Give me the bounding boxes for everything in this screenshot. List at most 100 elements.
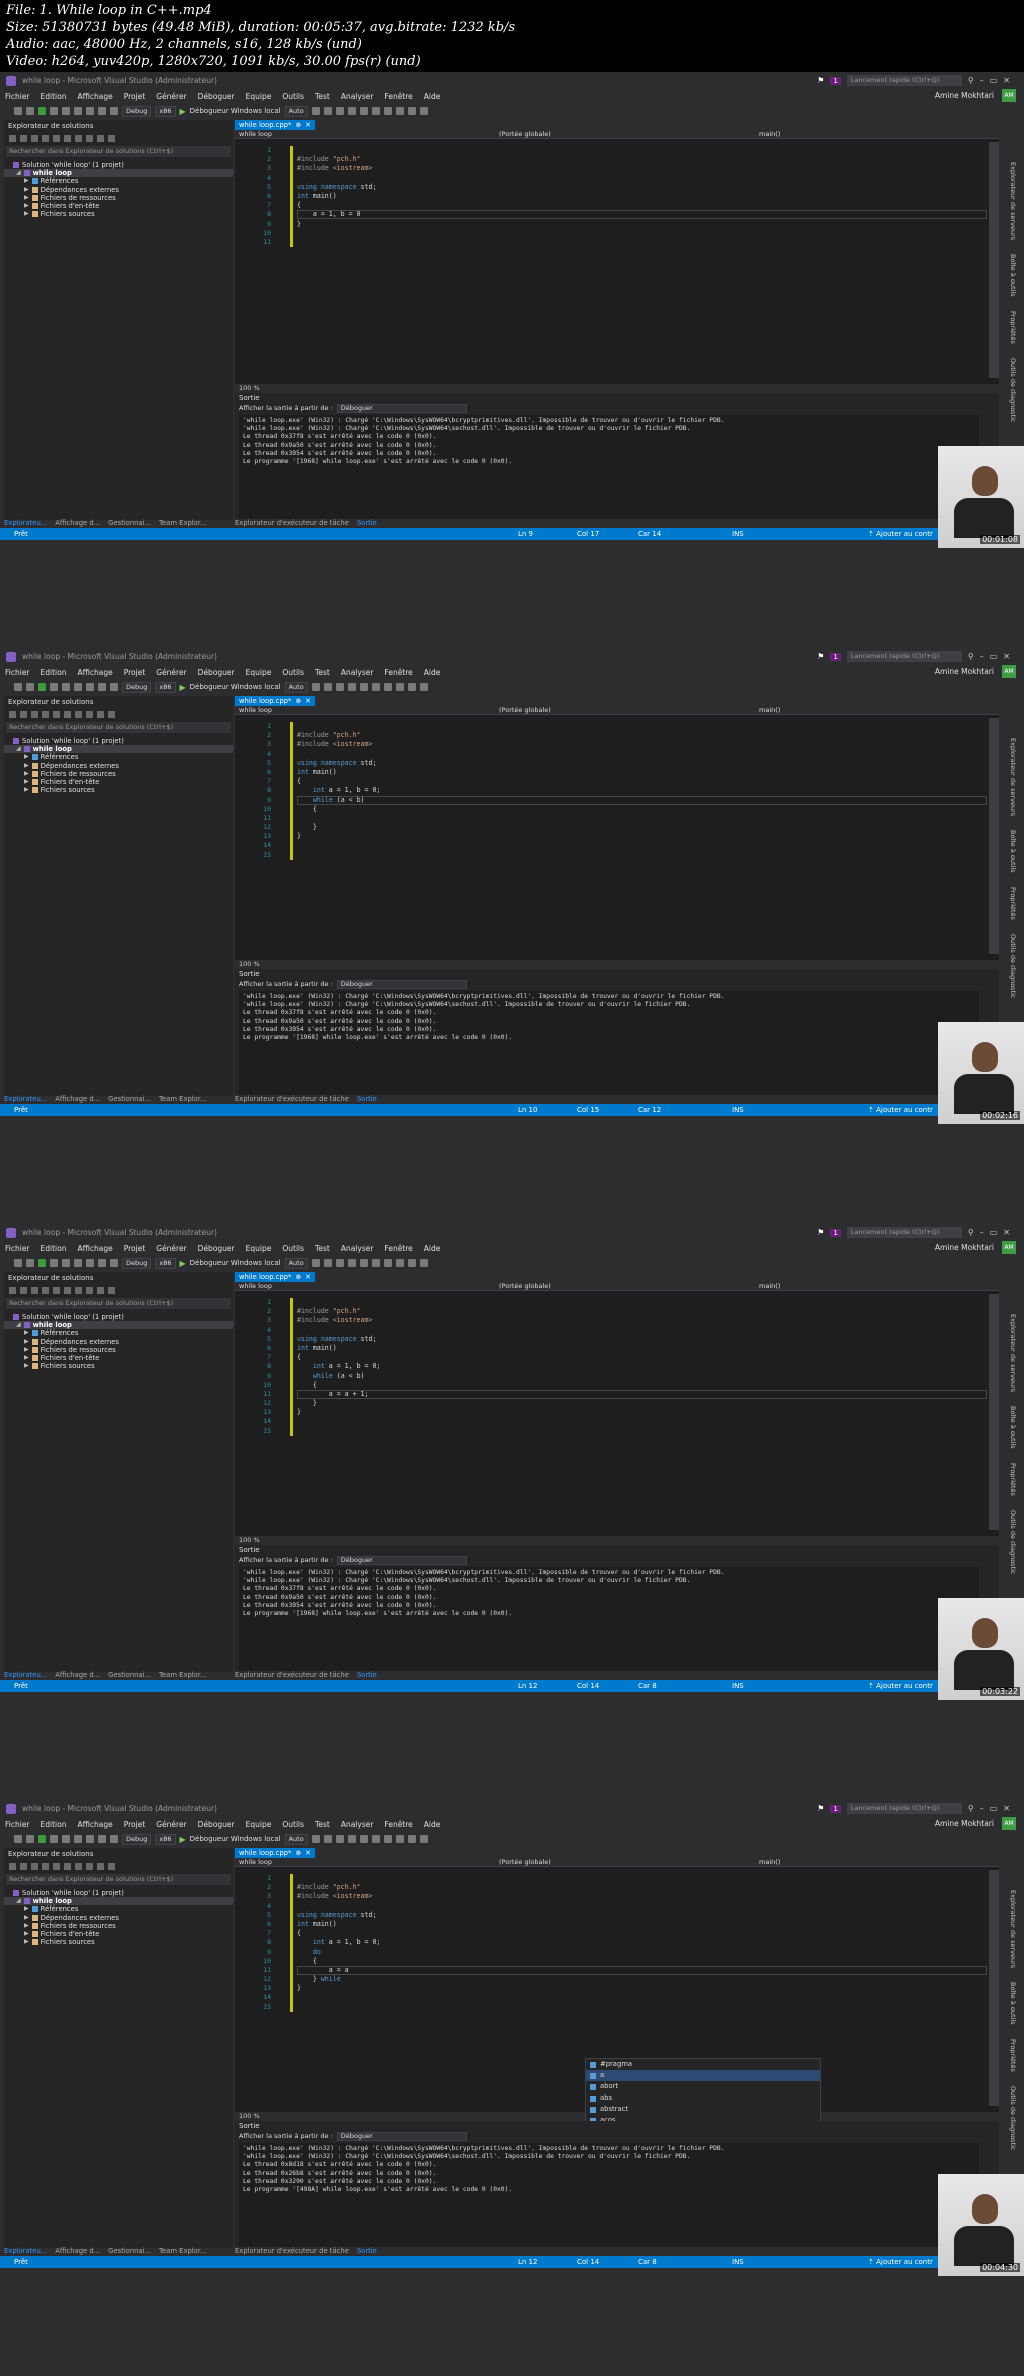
toolbar-icon[interactable]	[98, 1259, 106, 1267]
quick-launch-input[interactable]: Lancement rapide (Ctrl+Q)	[846, 651, 962, 662]
expand-arrow-icon[interactable]: ▶	[24, 194, 29, 202]
code-line[interactable]: }	[297, 1399, 380, 1408]
code-line[interactable]: int a = 1, b = 0;	[297, 1362, 381, 1371]
solution-search-input[interactable]: Rechercher dans Explorateur de solutions…	[6, 722, 231, 733]
tree-item[interactable]: ▶ Références	[4, 753, 233, 761]
toolbar-icon[interactable]	[108, 134, 115, 142]
notification-badge[interactable]: 1	[830, 652, 841, 661]
toolbar-icon[interactable]	[74, 1835, 82, 1843]
auto-select[interactable]: Auto	[284, 681, 308, 693]
user-name[interactable]: Amine Mokhtari	[935, 1819, 994, 1828]
solution-search-input[interactable]: Rechercher dans Explorateur de solutions…	[6, 146, 231, 157]
menu-item[interactable]: Projet	[124, 668, 146, 677]
code-line[interactable]	[297, 1874, 380, 1883]
tree-item[interactable]: ▶ Fichiers sources	[4, 1938, 233, 1946]
toolbar-icon[interactable]	[86, 107, 94, 115]
side-tab[interactable]: Explorateur de serveurs	[1005, 1314, 1017, 1392]
tree-item[interactable]: ▶ Fichiers sources	[4, 210, 233, 218]
pin-icon[interactable]: ⊕	[295, 696, 301, 706]
toolbar-icon[interactable]	[407, 107, 416, 115]
menu-item[interactable]: Affichage	[77, 1820, 112, 1829]
toolbar-icon[interactable]	[14, 1259, 22, 1267]
quick-launch-input[interactable]: Lancement rapide (Ctrl+Q)	[846, 1227, 962, 1238]
close-icon[interactable]: ✕	[1003, 1228, 1010, 1237]
menu-item[interactable]: Projet	[124, 1820, 146, 1829]
maximize-icon[interactable]: ▭	[990, 652, 998, 661]
tree-item[interactable]: ▶ Dépendances externes	[4, 1338, 233, 1346]
zoom-level[interactable]: 100 %	[235, 384, 999, 393]
side-tab[interactable]: Outils de diagnostic	[1005, 358, 1017, 423]
menu-item[interactable]: Fichier	[5, 1244, 30, 1253]
expand-arrow-icon[interactable]: ▶	[24, 210, 29, 218]
close-icon[interactable]: ✕	[1003, 1804, 1010, 1813]
toolbar-icon[interactable]	[86, 1286, 93, 1294]
side-tab[interactable]: Explorateur de serveurs	[1005, 738, 1017, 816]
toolbar-icon[interactable]	[98, 107, 106, 115]
toolbar-icon[interactable]	[64, 710, 71, 718]
tree-item[interactable]: Solution 'while loop' (1 projet)	[4, 1313, 233, 1321]
user-name[interactable]: Amine Mokhtari	[935, 91, 994, 100]
autocomplete-item[interactable]: abstract	[586, 2104, 820, 2115]
menu-item[interactable]: Générer	[156, 1820, 186, 1829]
menu-item[interactable]: Projet	[124, 92, 146, 101]
toolbar-icon[interactable]	[74, 107, 82, 115]
menu-item[interactable]: Affichage	[77, 668, 112, 677]
expand-arrow-icon[interactable]: ▶	[24, 186, 29, 194]
expand-arrow-icon[interactable]: ▶	[24, 1922, 29, 1930]
toolbar-icon[interactable]	[38, 1259, 46, 1267]
toolbar-icon[interactable]	[383, 1259, 392, 1267]
scope-dropdown[interactable]: (Portée globale)	[495, 1858, 745, 1866]
toolbar-icon[interactable]	[110, 683, 118, 691]
code-line[interactable]: int main()	[297, 1920, 380, 1929]
code-line[interactable]: {	[297, 1381, 380, 1390]
code-line[interactable]	[297, 841, 380, 850]
toolbar-icon[interactable]	[347, 683, 356, 691]
toolbar-icon[interactable]	[323, 1835, 332, 1843]
toolbar-icon[interactable]	[42, 1286, 49, 1294]
side-tab[interactable]: Propriétés	[1005, 887, 1017, 920]
toolbar-icon[interactable]	[53, 1862, 60, 1870]
toolbar-icon[interactable]	[108, 1862, 115, 1870]
toolbar-icon[interactable]	[26, 107, 34, 115]
expand-arrow-icon[interactable]: ▶	[24, 786, 29, 794]
menu-item[interactable]: Générer	[156, 1244, 186, 1253]
menu-item[interactable]: Aide	[424, 92, 441, 101]
menu-item[interactable]: Aide	[424, 1820, 441, 1829]
code-line[interactable]: }	[297, 823, 380, 832]
toolbar-icon[interactable]	[359, 107, 368, 115]
code-line[interactable]: #include "pch.h"	[297, 1307, 380, 1316]
start-debug-icon[interactable]: ▶	[180, 683, 186, 692]
expand-arrow-icon[interactable]: ▶	[24, 1338, 29, 1346]
toolbar-icon[interactable]	[62, 683, 70, 691]
expand-arrow-icon[interactable]: ▶	[24, 778, 29, 786]
toolbar-icon[interactable]	[419, 1259, 428, 1267]
function-dropdown[interactable]: main()	[745, 1858, 780, 1866]
toolbar-icon[interactable]	[50, 1835, 58, 1843]
toolbar-icon[interactable]	[359, 683, 368, 691]
menu-item[interactable]: Déboguer	[198, 1244, 235, 1253]
code-line[interactable]	[297, 722, 380, 731]
code-line[interactable]: #include <iostream>	[297, 1316, 380, 1325]
code-line[interactable]: a = a	[297, 1966, 380, 1975]
toolbar-icon[interactable]	[26, 1835, 34, 1843]
code-line[interactable]	[297, 1417, 380, 1426]
project-dropdown[interactable]: while loop	[235, 706, 495, 714]
toolbar-icon[interactable]	[323, 1259, 332, 1267]
code-line[interactable]: using namespace std;	[297, 1335, 380, 1344]
tree-item[interactable]: Solution 'while loop' (1 projet)	[4, 737, 233, 745]
toolbar-icon[interactable]	[31, 1286, 38, 1294]
toolbar-icon[interactable]	[31, 134, 38, 142]
expand-arrow-icon[interactable]: ▶	[24, 1914, 29, 1922]
toolbar-icon[interactable]	[110, 1835, 118, 1843]
menu-item[interactable]: Fenêtre	[384, 92, 412, 101]
menu-item[interactable]: Analyser	[341, 1244, 374, 1253]
tree-item[interactable]: ▶ Fichiers de ressources	[4, 770, 233, 778]
toolbar-icon[interactable]	[335, 107, 344, 115]
menu-item[interactable]: Outils	[282, 92, 304, 101]
auto-select[interactable]: Auto	[284, 105, 308, 117]
menu-item[interactable]: Aide	[424, 668, 441, 677]
tree-item[interactable]: ▶ Fichiers sources	[4, 1362, 233, 1370]
toolbar-icon[interactable]	[419, 683, 428, 691]
platform-select[interactable]: x86	[155, 1833, 176, 1845]
output-source-select[interactable]: Déboguer	[336, 1555, 467, 1565]
